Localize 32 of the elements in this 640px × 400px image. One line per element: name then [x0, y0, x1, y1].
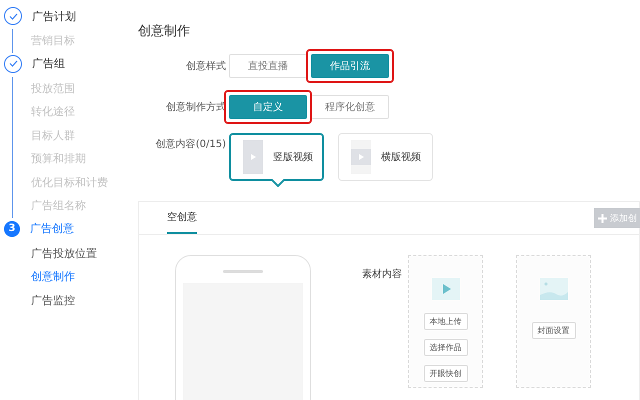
check-icon: [8, 60, 18, 67]
video-format-card[interactable]: 横版视频: [338, 133, 433, 181]
check-icon: [8, 12, 18, 20]
card-pointer-icon: [271, 179, 285, 187]
upload-option-button[interactable]: 本地上传: [424, 313, 468, 330]
card-label: 竖版视频: [273, 150, 313, 164]
field-label: 素材内容: [362, 268, 402, 282]
phone-speaker: [223, 270, 263, 273]
field-label: 创意内容(0/15): [154, 138, 226, 151]
sidebar-item[interactable]: 创意制作: [31, 265, 138, 288]
step-title: 广告计划: [32, 8, 76, 24]
option-button[interactable]: 作品引流: [311, 54, 389, 78]
step-title: 广告组: [32, 56, 65, 71]
plus-icon: [598, 214, 607, 222]
step-number: 3: [4, 220, 20, 236]
card-label: 横版视频: [381, 150, 421, 164]
option-button[interactable]: 自定义: [229, 95, 307, 119]
image-icon: [540, 278, 568, 300]
option-button[interactable]: 直投直播: [229, 54, 307, 78]
play-icon: [432, 278, 460, 300]
field-label: 创意样式: [185, 60, 226, 73]
option-button[interactable]: 程序化创意: [311, 95, 389, 119]
upload-option-button[interactable]: 开眼快创: [424, 365, 468, 382]
portrait-video-icon: [243, 140, 263, 174]
page-title: 创意制作: [138, 23, 191, 40]
cover-settings-button[interactable]: 封面设置: [532, 322, 576, 339]
upload-option-button[interactable]: 选择作品: [424, 339, 468, 356]
creative-tab[interactable]: 空创意: [167, 202, 197, 234]
step-title: 广告创意: [30, 221, 74, 236]
sidebar-item[interactable]: 广告投放位置: [31, 242, 138, 265]
sidebar-item[interactable]: 广告监控: [31, 288, 138, 312]
landscape-video-icon: [351, 140, 371, 174]
